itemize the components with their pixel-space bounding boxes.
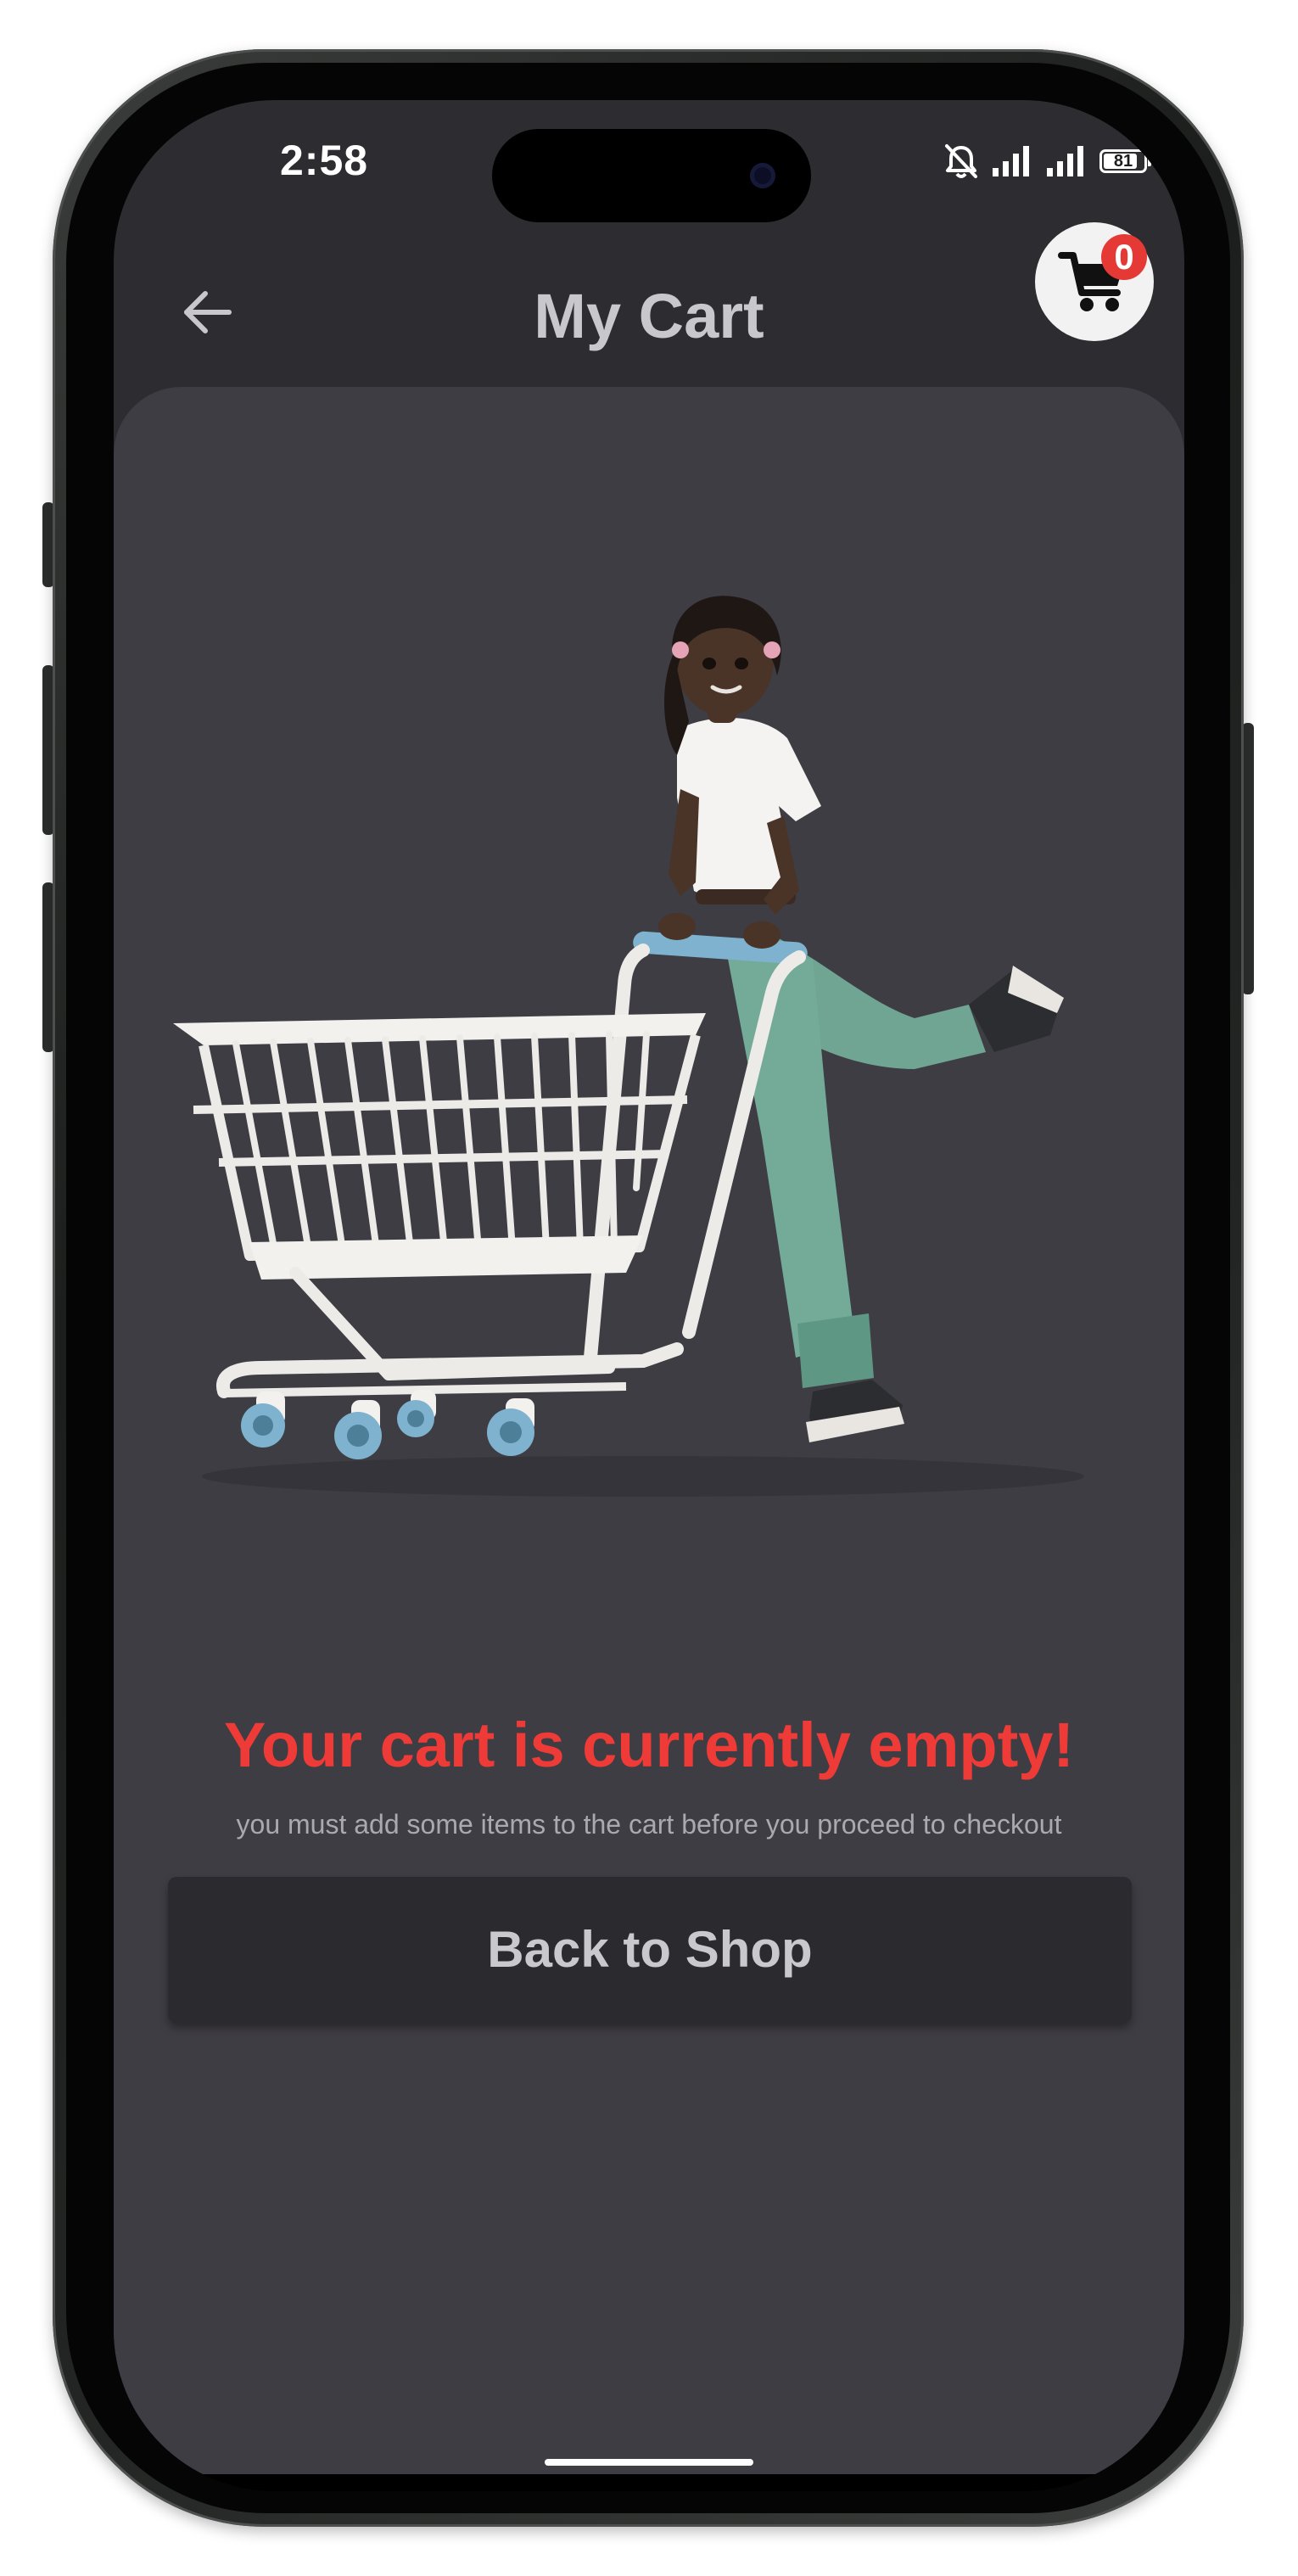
home-indicator[interactable] — [545, 2459, 753, 2466]
cart-count-badge: 0 — [1101, 234, 1147, 280]
status-icons: 81 — [942, 143, 1151, 180]
back-button[interactable] — [165, 270, 249, 355]
battery-level: 81 — [1113, 152, 1133, 171]
empty-cart-title: Your cart is currently empty! — [223, 1710, 1075, 1780]
signal-icon — [993, 146, 1029, 176]
power-button — [1242, 723, 1254, 994]
arrow-left-icon — [184, 291, 232, 333]
empty-cart-message: you must add some items to the cart befo… — [236, 1809, 1062, 1840]
battery-icon: 81 — [1099, 149, 1151, 173]
dynamic-island — [492, 129, 811, 222]
front-camera — [750, 163, 775, 188]
bell-off-icon — [945, 144, 977, 178]
signal-icon — [1047, 146, 1083, 176]
battery-tip — [1148, 158, 1151, 166]
page-title: My Cart — [534, 281, 764, 351]
cart-button[interactable]: 0 — [1035, 222, 1154, 341]
back-to-shop-button[interactable]: Back to Shop — [168, 1877, 1132, 2023]
device-mockup: 2:58 81 My Cart 0 Your cart is currently… — [0, 0, 1298, 2576]
status-time: 2:58 — [280, 137, 369, 184]
empty-cart-illustration — [173, 596, 1084, 1497]
phone-screen: 2:58 81 My Cart 0 Your cart is currently… — [114, 100, 1184, 2491]
cart-screen: 2:58 81 My Cart 0 Your cart is currently… — [114, 100, 1184, 2474]
